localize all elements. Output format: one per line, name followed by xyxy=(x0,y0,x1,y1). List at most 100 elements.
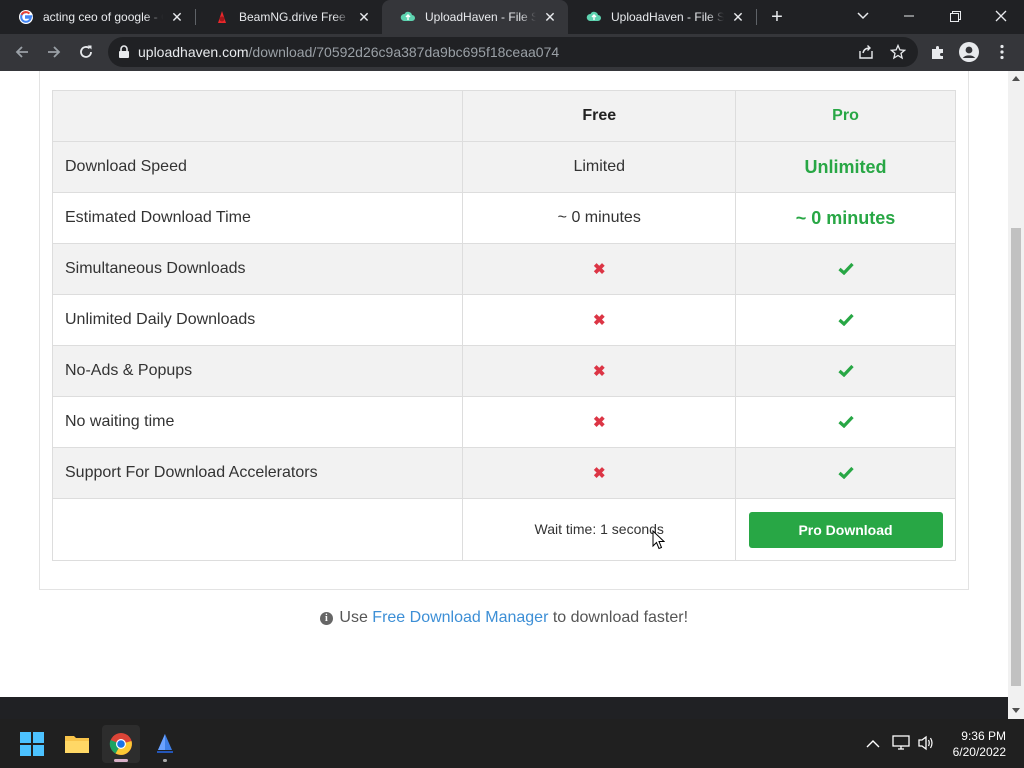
google-icon xyxy=(19,10,33,24)
forward-button[interactable] xyxy=(40,38,68,66)
back-button[interactable] xyxy=(8,38,36,66)
extensions-button[interactable] xyxy=(924,38,952,66)
pro-cell xyxy=(735,345,956,397)
free-cell: ✖ xyxy=(462,345,737,397)
check-icon xyxy=(837,467,854,480)
pinned-app-button[interactable] xyxy=(146,725,184,763)
volume-icon[interactable] xyxy=(917,735,935,751)
cross-icon: ✖ xyxy=(592,260,606,278)
share-button[interactable] xyxy=(852,38,880,66)
pro-cell xyxy=(735,396,956,448)
chevron-up-icon[interactable] xyxy=(866,739,880,748)
windows-taskbar: 9:36 PM 6/20/2022 xyxy=(0,719,1024,768)
tab-beamng[interactable]: BeamNG.drive Free Download ✕ xyxy=(196,0,382,34)
table-row: Estimated Download Time ~ 0 minutes ~ 0 … xyxy=(51,192,956,244)
lock-icon[interactable] xyxy=(118,45,130,59)
tab-close-icon[interactable]: ✕ xyxy=(730,9,746,25)
table-row: Simultaneous Downloads ✖ xyxy=(51,243,956,295)
free-value: Limited xyxy=(462,141,737,193)
check-icon xyxy=(837,314,854,327)
action-blank-cell xyxy=(51,498,464,561)
pro-cell xyxy=(735,294,956,346)
scroll-up-arrow-icon[interactable] xyxy=(1012,76,1020,81)
profile-avatar-icon xyxy=(959,42,979,62)
restore-icon xyxy=(949,10,961,22)
tab-divider xyxy=(756,9,757,25)
feature-label: Unlimited Daily Downloads xyxy=(51,294,464,346)
address-bar[interactable]: uploadhaven.com/download/70592d26c9a387d… xyxy=(108,37,918,67)
cross-icon: ✖ xyxy=(592,311,606,329)
mouse-cursor-icon xyxy=(652,530,665,550)
wait-time-cell: Wait time: 1 seconds xyxy=(462,498,737,561)
tab-title: UploadHaven - File Sharing xyxy=(611,10,724,24)
tab-uploadhaven[interactable]: UploadHaven - File Sharing ✕ xyxy=(568,0,756,34)
free-cell: ✖ xyxy=(462,396,737,448)
chrome-taskbar-button[interactable] xyxy=(102,725,140,763)
tab-google-search[interactable]: acting ceo of google - Google Search ✕ xyxy=(0,0,195,34)
running-app-indicator xyxy=(163,759,167,762)
file-explorer-button[interactable] xyxy=(58,725,96,763)
sailboat-icon xyxy=(157,734,173,753)
pro-value: ~ 0 minutes xyxy=(735,192,956,244)
pro-cell xyxy=(735,243,956,295)
download-action-row: Wait time: 1 seconds Pro Download xyxy=(51,498,956,561)
tab-title: acting ceo of google - Google Search xyxy=(43,10,163,24)
tab-uploadhaven-active[interactable]: UploadHaven - File Sharing ✕ xyxy=(382,0,568,34)
check-icon xyxy=(837,416,854,429)
header-free: Free xyxy=(462,90,737,142)
menu-button[interactable] xyxy=(988,38,1016,66)
table-row: Support For Download Accelerators ✖ xyxy=(51,447,956,499)
tab-close-icon[interactable]: ✕ xyxy=(542,9,558,25)
tab-close-icon[interactable]: ✕ xyxy=(356,9,372,25)
reload-button[interactable] xyxy=(72,38,100,66)
profile-button[interactable] xyxy=(955,38,983,66)
tab-title: UploadHaven - File Sharing xyxy=(425,10,536,24)
check-icon xyxy=(837,365,854,378)
new-tab-button[interactable]: + xyxy=(765,5,789,29)
share-icon xyxy=(859,45,873,59)
tab-search-button[interactable] xyxy=(840,0,886,32)
uploadhaven-icon xyxy=(586,11,601,21)
tab-close-icon[interactable]: ✕ xyxy=(169,9,185,25)
cross-icon: ✖ xyxy=(592,464,606,482)
more-vertical-icon xyxy=(1000,44,1004,60)
free-cell: ✖ xyxy=(462,243,737,295)
close-window-button[interactable] xyxy=(978,0,1024,32)
web-content: Free Pro Download Speed Limited Unlimite… xyxy=(0,71,1008,697)
scroll-down-arrow-icon[interactable] xyxy=(1012,708,1020,713)
back-arrow-icon xyxy=(15,46,28,58)
system-clock[interactable]: 9:36 PM 6/20/2022 xyxy=(953,728,1006,760)
plan-comparison-table: Free Pro Download Speed Limited Unlimite… xyxy=(51,90,956,561)
windows-logo-icon xyxy=(20,732,44,756)
url-text[interactable]: uploadhaven.com/download/70592d26c9a387d… xyxy=(138,44,559,60)
url-host: uploadhaven.com xyxy=(138,44,249,60)
header-blank-cell xyxy=(51,90,464,142)
browser-toolbar: uploadhaven.com/download/70592d26c9a387d… xyxy=(0,34,1024,71)
feature-label: No-Ads & Popups xyxy=(51,345,464,397)
restore-button[interactable] xyxy=(932,0,978,32)
page-scrollbar[interactable] xyxy=(1008,71,1024,719)
cross-icon: ✖ xyxy=(592,362,606,380)
check-icon xyxy=(837,263,854,276)
free-cell: ✖ xyxy=(462,447,737,499)
table-row: No-Ads & Popups ✖ xyxy=(51,345,956,397)
wait-time-text: Wait time: 1 seconds xyxy=(534,520,664,537)
cross-icon: ✖ xyxy=(592,413,606,431)
header-pro: Pro xyxy=(735,90,956,142)
minimize-icon xyxy=(904,15,914,17)
table-row: Unlimited Daily Downloads ✖ xyxy=(51,294,956,346)
folder-icon xyxy=(65,736,89,753)
tab-strip: acting ceo of google - Google Search ✕ B… xyxy=(0,0,1024,34)
bookmark-button[interactable] xyxy=(884,38,912,66)
note-suffix: to download faster! xyxy=(552,609,689,626)
star-icon xyxy=(890,44,906,60)
forward-arrow-icon xyxy=(48,46,61,58)
minimize-button[interactable] xyxy=(886,0,932,32)
start-button[interactable] xyxy=(13,725,51,763)
free-value: ~ 0 minutes xyxy=(462,192,737,244)
network-icon[interactable] xyxy=(892,735,910,751)
scrollbar-thumb[interactable] xyxy=(1011,228,1021,686)
free-download-manager-link[interactable]: Free Download Manager xyxy=(372,609,548,626)
pro-download-button[interactable]: Pro Download xyxy=(748,511,943,548)
chrome-icon xyxy=(109,733,132,755)
